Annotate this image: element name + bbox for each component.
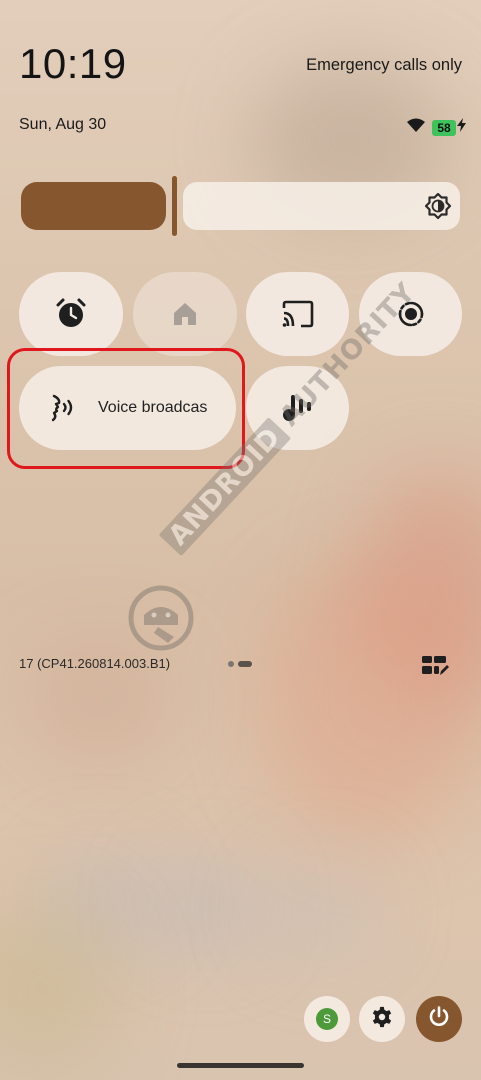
build-number[interactable]: 17 (CP41.260814.003.B1)	[19, 656, 170, 671]
power-icon	[427, 1005, 451, 1034]
carrier-status: Emergency calls only	[306, 56, 462, 74]
alarm-tile[interactable]	[19, 272, 123, 356]
page-indicator	[228, 661, 252, 667]
edit-tiles-icon[interactable]	[421, 654, 449, 678]
avatar: S	[316, 1008, 338, 1030]
battery-icon: 58	[432, 118, 466, 137]
cast-icon	[280, 299, 316, 329]
auto-brightness-icon	[424, 192, 452, 220]
charging-bolt-icon	[457, 118, 466, 137]
wifi-icon	[406, 117, 426, 138]
page-dot-active	[238, 661, 252, 667]
settings-button[interactable]	[359, 996, 405, 1042]
gear-icon	[371, 1006, 393, 1033]
gesture-nav-handle[interactable]	[177, 1063, 304, 1068]
battery-level: 58	[432, 119, 456, 136]
watermark: ANDROIDAUTHORITY	[128, 277, 422, 660]
screen-cast-tile[interactable]	[246, 272, 349, 356]
brightness-fill	[21, 182, 166, 230]
clock[interactable]: 10:19	[19, 40, 127, 88]
system-icons: 58	[406, 117, 466, 138]
brightness-handle[interactable]	[172, 176, 177, 236]
brightness-slider[interactable]	[21, 176, 460, 236]
home-icon	[170, 299, 200, 329]
date[interactable]: Sun, Aug 30	[19, 116, 106, 134]
user-switcher-button[interactable]: S	[304, 996, 350, 1042]
page-dot	[228, 661, 234, 667]
brightness-track	[183, 182, 460, 230]
alarm-clock-icon	[54, 297, 88, 331]
watermark-android-logo-icon	[128, 585, 194, 651]
home-tile[interactable]	[133, 272, 237, 356]
power-button[interactable]	[416, 996, 462, 1042]
